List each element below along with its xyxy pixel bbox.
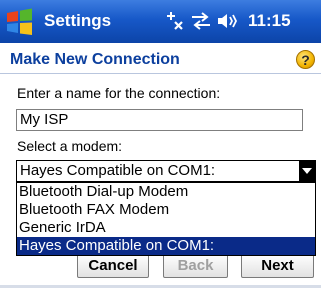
next-button[interactable]: Next: [241, 253, 314, 278]
help-icon[interactable]: ?: [296, 50, 315, 69]
modem-label: Select a modem:: [17, 138, 123, 154]
dropdown-button[interactable]: [299, 161, 315, 181]
modem-select[interactable]: Hayes Compatible on COM1:: [16, 160, 316, 182]
connection-name-label: Enter a name for the connection:: [17, 85, 221, 101]
cancel-button[interactable]: Cancel: [77, 253, 149, 278]
modem-option[interactable]: Bluetooth Dial-up Modem: [17, 183, 315, 201]
app-title: Settings: [44, 11, 112, 30]
modem-dropdown-list: Bluetooth Dial-up Modem Bluetooth FAX Mo…: [16, 182, 316, 256]
connectivity-icon[interactable]: [162, 11, 184, 31]
speaker-icon[interactable]: [216, 11, 242, 31]
modem-option-selected[interactable]: Hayes Compatible on COM1:: [17, 237, 315, 255]
wizard-buttons: Cancel Back Next: [0, 253, 321, 278]
start-logo-icon[interactable]: [4, 6, 36, 38]
back-button[interactable]: Back: [163, 253, 228, 278]
modem-option[interactable]: Generic IrDA: [17, 219, 315, 237]
page-title: Make New Connection: [10, 51, 180, 68]
modem-select-value: Hayes Compatible on COM1:: [20, 162, 216, 179]
title-bar: Settings 11:15: [0, 0, 321, 43]
modem-option[interactable]: Bluetooth FAX Modem: [17, 201, 315, 219]
chevron-down-icon: [302, 168, 312, 174]
clock[interactable]: 11:15: [248, 11, 291, 31]
connection-name-input[interactable]: My ISP: [16, 109, 303, 131]
page-header: Make New Connection ?: [0, 43, 321, 74]
network-sync-icon[interactable]: [190, 11, 212, 31]
